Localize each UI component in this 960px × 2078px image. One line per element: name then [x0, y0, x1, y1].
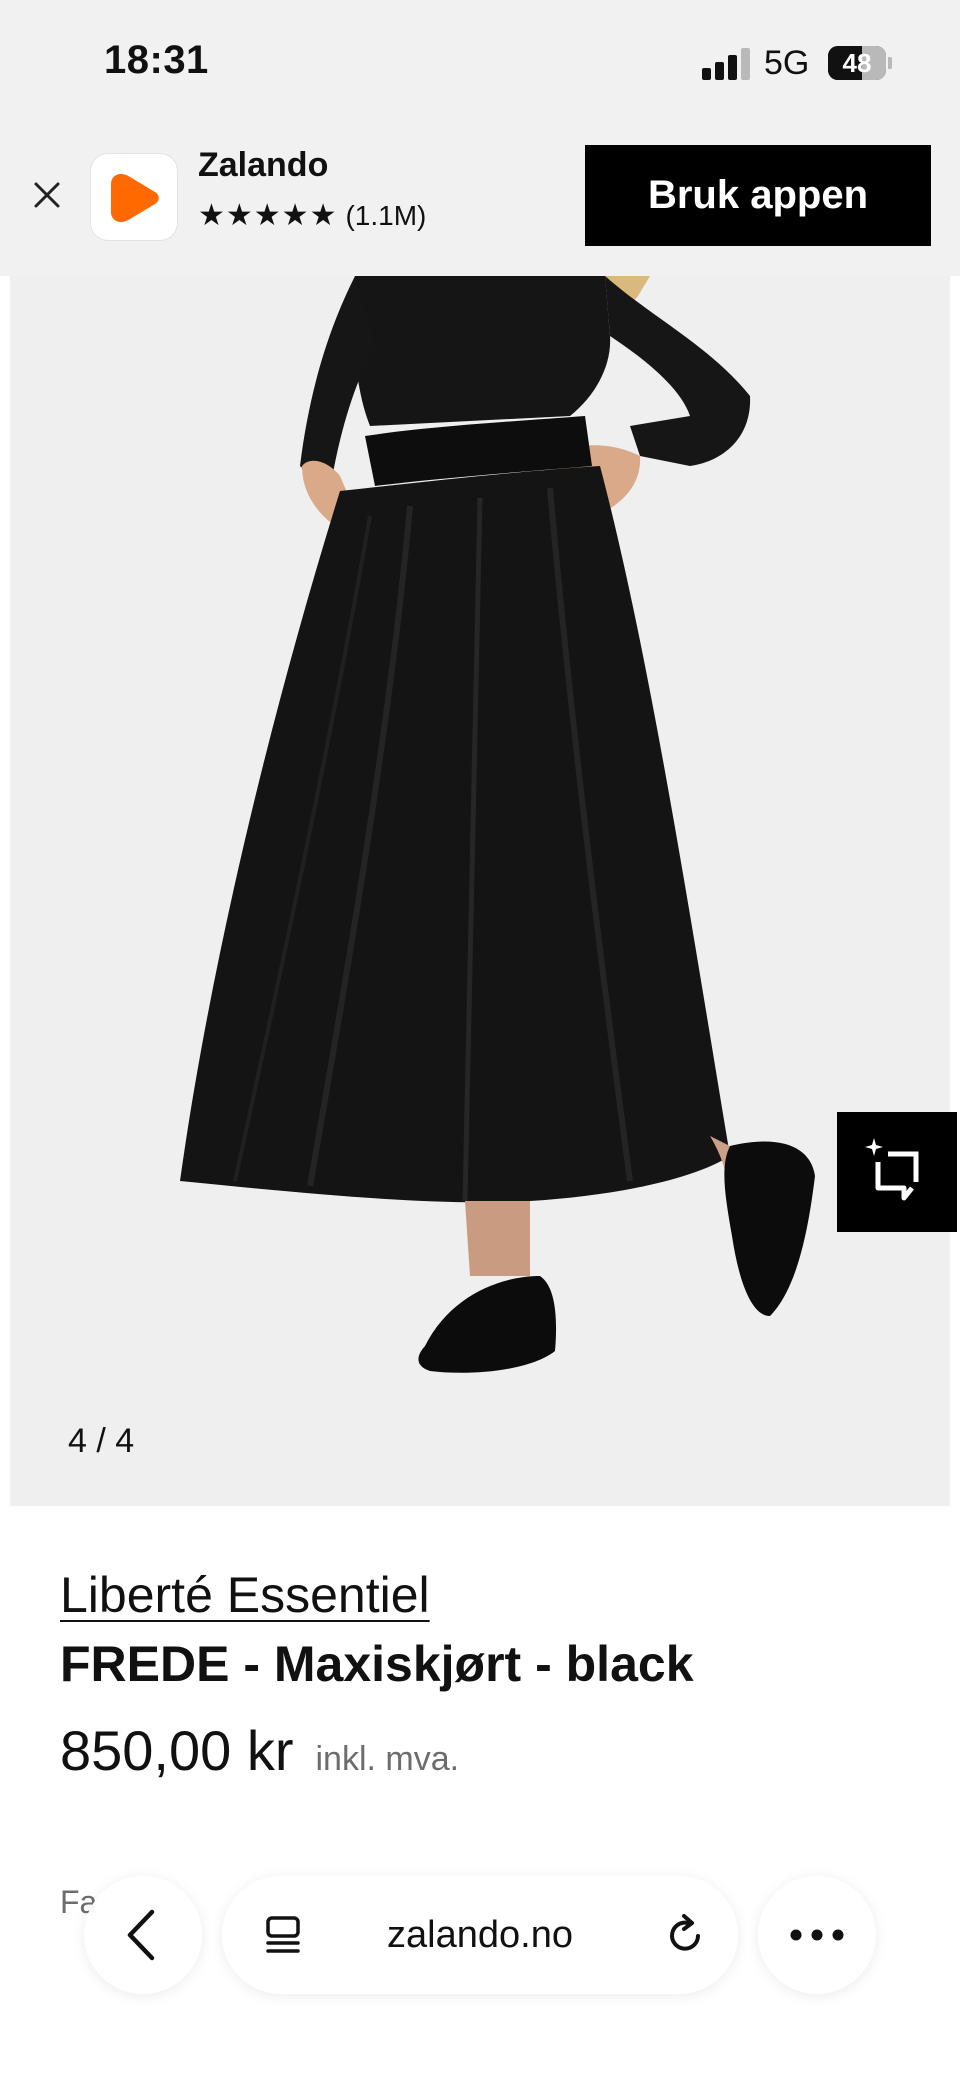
brand-link[interactable]: Liberté Essentiel — [60, 1566, 430, 1624]
product-price: 850,00 kr — [60, 1719, 294, 1782]
network-type: 5G — [764, 44, 810, 82]
image-counter: 4 / 4 — [68, 1422, 135, 1460]
more-dots-icon — [790, 1929, 844, 1941]
back-button[interactable] — [84, 1876, 202, 1994]
battery-icon: 48 — [828, 46, 886, 80]
open-app-button[interactable]: Bruk appen — [585, 145, 931, 246]
app-name: Zalando — [198, 146, 329, 184]
signal-strength-icon — [702, 48, 750, 80]
product-name: FREDE - Maxiskjørt - black — [60, 1636, 694, 1692]
app-install-banner: Zalando ★★★★★ (1.1M) Bruk appen — [0, 120, 960, 276]
product-image-gallery[interactable]: 4 / 4 — [10, 276, 950, 1506]
status-time: 18:31 — [104, 38, 209, 82]
zalando-app-icon — [90, 153, 178, 241]
status-bar: 18:31 5G 48 — [0, 0, 960, 120]
ai-sparkle-crop-icon — [865, 1138, 919, 1201]
rating-stars-icon: ★★★★★ — [198, 199, 338, 232]
browser-toolbar: zalando.no — [0, 1850, 960, 2078]
price-row: 850,00 kr inkl. mva. — [60, 1718, 459, 1783]
address-bar[interactable]: zalando.no — [222, 1876, 738, 1994]
product-photo — [180, 276, 815, 1373]
price-vat-note: inkl. mva. — [315, 1740, 460, 1778]
app-rating: ★★★★★ (1.1M) — [198, 198, 426, 233]
close-icon[interactable] — [26, 174, 68, 216]
battery-level: 48 — [842, 48, 872, 78]
url-text[interactable]: zalando.no — [222, 1914, 738, 1957]
more-button[interactable] — [758, 1876, 876, 1994]
rating-count: (1.1M) — [345, 199, 427, 231]
ai-stylist-button[interactable] — [837, 1112, 957, 1232]
chevron-left-icon — [127, 1909, 155, 1961]
reload-icon[interactable] — [662, 1912, 708, 1958]
battery-nub — [888, 57, 892, 69]
